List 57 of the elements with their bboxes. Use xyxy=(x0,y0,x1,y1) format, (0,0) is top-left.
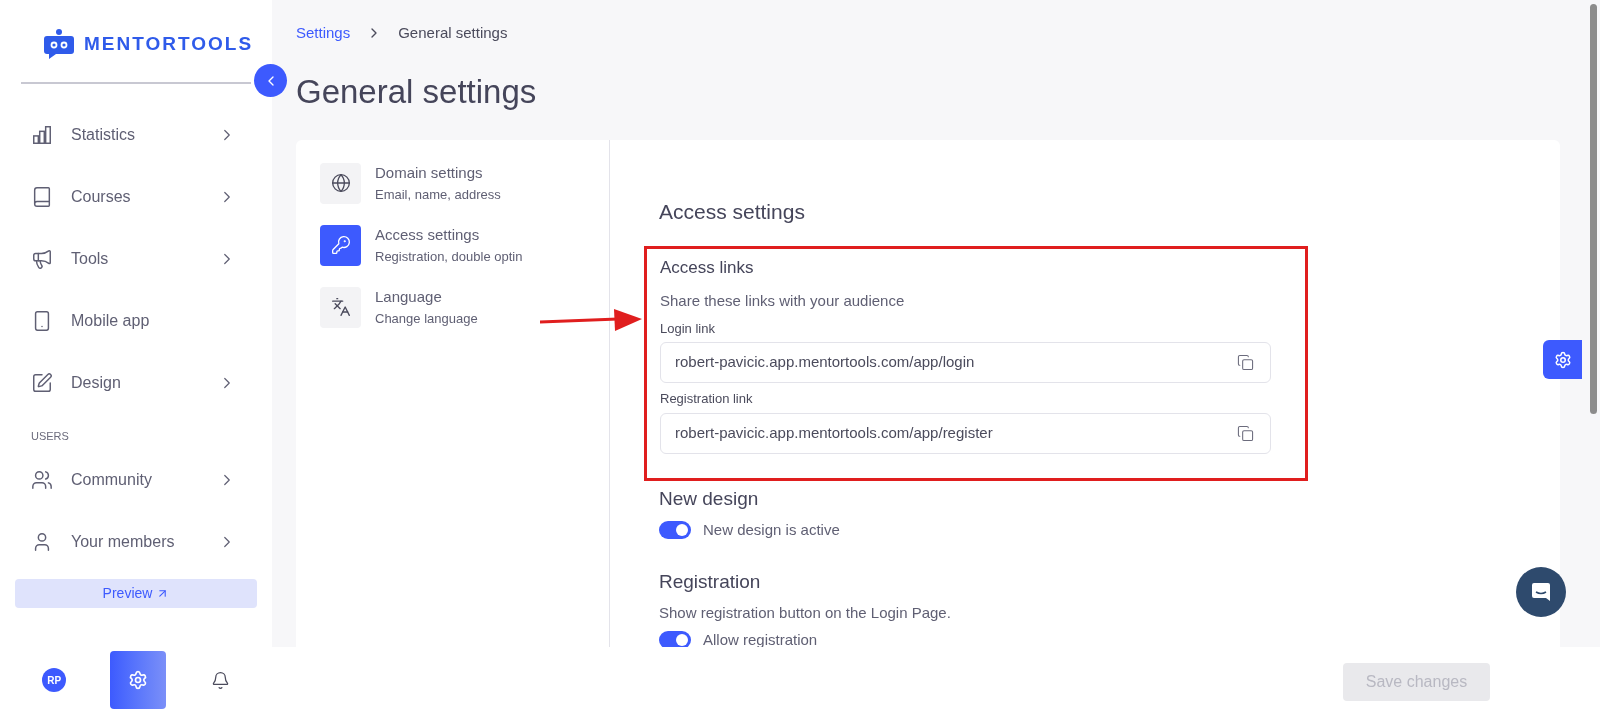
settings-nav-item[interactable]: Access settings Registration, double optin xyxy=(320,224,609,266)
toggle-label: Allow registration xyxy=(703,629,818,647)
preview-button[interactable]: Preview xyxy=(15,578,257,608)
nav-item-subtitle: Change language xyxy=(375,309,478,328)
breadcrumb-link[interactable]: Settings xyxy=(296,22,351,45)
chat-bubble-icon xyxy=(1530,581,1552,603)
book-icon xyxy=(31,186,53,208)
settings-button[interactable] xyxy=(110,651,167,709)
page-title: General settings xyxy=(296,71,538,112)
subsection-description: Share these links with your audience xyxy=(660,291,906,311)
brand-name: MENTORTOOLS xyxy=(84,31,254,56)
link-field[interactable]: robert-pavicic.app.mentortools.com/app/login xyxy=(660,342,1271,383)
key-icon xyxy=(330,235,351,255)
settings-nav-item[interactable]: Domain settings Email, name, address xyxy=(320,162,609,204)
subsection-description: Show registration button on the Login Page. xyxy=(659,603,952,623)
nav-item[interactable]: Mobile app xyxy=(0,290,272,352)
field-value: robert-pavicic.app.mentortools.com/app/login xyxy=(675,352,976,373)
nav-item[interactable]: Design xyxy=(0,352,272,414)
nav-item-title: Domain settings xyxy=(375,163,484,183)
settings-side-tab[interactable] xyxy=(1543,340,1582,379)
bell-icon[interactable] xyxy=(210,670,230,690)
megaphone-icon xyxy=(31,248,53,270)
section-title: Access settings xyxy=(659,199,806,225)
field-label: Registration link xyxy=(660,390,754,408)
settings-icon xyxy=(128,670,149,690)
pencil-icon xyxy=(31,372,53,394)
breadcrumb-current: General settings xyxy=(398,23,508,43)
settings-icon xyxy=(1553,350,1572,369)
field-label: Login link xyxy=(660,319,716,338)
section-heading: USERS xyxy=(30,429,70,444)
user-avatar[interactable]: RP xyxy=(42,668,67,692)
people-icon xyxy=(31,468,53,491)
robot-logo-icon xyxy=(42,27,76,61)
nav-item[interactable]: Your members xyxy=(0,510,272,573)
nav-item-subtitle: Registration, double optin xyxy=(375,247,523,266)
subsection-title: Access links xyxy=(660,256,755,279)
toggle-switch[interactable] xyxy=(659,630,691,647)
nav-item[interactable]: Courses xyxy=(0,166,272,228)
nav-item[interactable]: Statistics xyxy=(0,104,272,166)
copy-icon[interactable] xyxy=(1237,354,1254,371)
globe-icon xyxy=(330,173,351,193)
nav-item-title: Language xyxy=(375,287,443,307)
translate-icon xyxy=(330,297,351,317)
toggle-switch[interactable] xyxy=(659,521,691,540)
nav-item-title: Access settings xyxy=(375,225,481,245)
nav-item[interactable]: Tools xyxy=(0,228,272,290)
subsection-title: Registration xyxy=(659,569,762,594)
nav-item-subtitle: Email, name, address xyxy=(375,185,501,204)
nav-item[interactable]: Community xyxy=(0,448,272,511)
bar-chart-icon xyxy=(31,124,53,146)
toggle-label: New design is active xyxy=(703,520,840,540)
settings-nav-item[interactable]: Language Change language xyxy=(320,286,609,328)
link-field[interactable]: robert-pavicic.app.mentortools.com/app/register xyxy=(660,412,1271,454)
subsection-title: New design xyxy=(659,486,760,511)
field-value: robert-pavicic.app.mentortools.com/app/register xyxy=(675,422,994,443)
copy-icon[interactable] xyxy=(1237,424,1254,442)
collapse-button[interactable] xyxy=(254,64,287,97)
